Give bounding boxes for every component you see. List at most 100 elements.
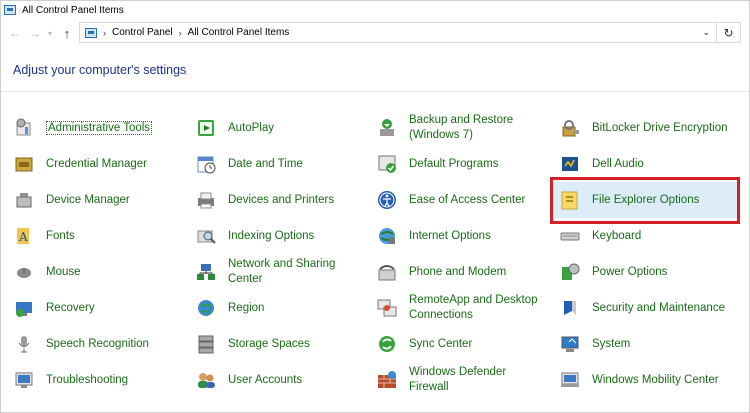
control-panel-item-windows-defender-firewall[interactable]: Windows Defender Firewall bbox=[376, 363, 551, 397]
control-panel-item-default-programs[interactable]: Default Programs bbox=[376, 147, 551, 181]
chevron-down-icon[interactable]: ▾ bbox=[45, 24, 55, 42]
remoteapp-icon bbox=[376, 297, 398, 319]
internet-options-icon bbox=[376, 225, 398, 247]
fonts-icon: A bbox=[13, 225, 35, 247]
chevron-right-icon[interactable]: › bbox=[179, 28, 182, 38]
refresh-button[interactable]: ↻ bbox=[717, 22, 741, 43]
ease-of-access-icon bbox=[376, 189, 398, 211]
item-label: Credential Manager bbox=[46, 157, 148, 170]
item-label: Troubleshooting bbox=[46, 373, 129, 386]
item-label: Recovery bbox=[46, 301, 95, 314]
arrow-up-icon[interactable]: ↑ bbox=[59, 24, 75, 42]
control-panel-item-remoteapp-and-desktop-connections[interactable]: RemoteApp and Desktop Connections bbox=[376, 291, 551, 325]
indexing-options-icon bbox=[195, 225, 217, 247]
item-label: Ease of Access Center bbox=[409, 193, 526, 206]
item-label: System bbox=[592, 337, 631, 350]
recovery-icon bbox=[13, 297, 35, 319]
chevron-right-icon[interactable]: › bbox=[103, 28, 106, 38]
item-label: Windows Defender Firewall bbox=[409, 366, 507, 393]
autoplay-icon bbox=[195, 117, 217, 139]
mouse-icon bbox=[13, 261, 35, 283]
control-panel-item-internet-options[interactable]: Internet Options bbox=[376, 219, 551, 253]
item-label: Date and Time bbox=[228, 157, 303, 170]
sync-center-icon bbox=[376, 333, 398, 355]
breadcrumb-control-panel[interactable]: Control Panel bbox=[112, 27, 173, 38]
page-heading: Adjust your computer's settings bbox=[13, 63, 187, 77]
control-panel-item-phone-and-modem[interactable]: Phone and Modem bbox=[376, 255, 551, 289]
item-label: Power Options bbox=[592, 265, 668, 278]
control-panel-item-device-manager[interactable]: Device Manager bbox=[13, 183, 183, 217]
phone-modem-icon bbox=[376, 261, 398, 283]
administrative-tools-icon bbox=[13, 117, 35, 139]
item-label: Backup and Restore (Windows 7) bbox=[409, 114, 514, 141]
control-panel-item-recovery[interactable]: Recovery bbox=[13, 291, 183, 325]
keyboard-icon bbox=[559, 225, 581, 247]
control-panel-item-troubleshooting[interactable]: Troubleshooting bbox=[13, 363, 183, 397]
control-panel-item-power-options[interactable]: Power Options bbox=[559, 255, 737, 289]
control-panel-item-fonts[interactable]: A Fonts bbox=[13, 219, 183, 253]
arrow-left-icon[interactable]: ← bbox=[7, 24, 23, 42]
navigation-bar: ← → ▾ ↑ › Control Panel › All Control Pa… bbox=[1, 20, 749, 46]
control-panel-item-sync-center[interactable]: Sync Center bbox=[376, 327, 551, 361]
control-panel-item-keyboard[interactable]: Keyboard bbox=[559, 219, 737, 253]
item-label: Sync Center bbox=[409, 337, 473, 350]
control-panel-item-credential-manager[interactable]: Credential Manager bbox=[13, 147, 183, 181]
chevron-down-icon[interactable]: ⌄ bbox=[702, 27, 710, 38]
control-panel-item-security-and-maintenance[interactable]: Security and Maintenance bbox=[559, 291, 737, 325]
item-label: Dell Audio bbox=[592, 157, 644, 170]
arrow-right-icon[interactable]: → bbox=[27, 24, 43, 42]
item-label: AutoPlay bbox=[228, 121, 275, 134]
control-panel-item-autoplay[interactable]: AutoPlay bbox=[195, 111, 365, 145]
control-panel-item-backup-and-restore-windows-7[interactable]: Backup and Restore (Windows 7) bbox=[376, 111, 551, 145]
control-panel-item-storage-spaces[interactable]: Storage Spaces bbox=[195, 327, 365, 361]
window-title: All Control Panel Items bbox=[22, 4, 124, 16]
item-label: Device Manager bbox=[46, 193, 130, 206]
control-panel-window: All Control Panel Items ← → ▾ ↑ › Contro… bbox=[0, 0, 750, 413]
control-panel-item-indexing-options[interactable]: Indexing Options bbox=[195, 219, 365, 253]
device-manager-icon bbox=[13, 189, 35, 211]
backup-restore-icon bbox=[376, 117, 398, 139]
item-label: Mouse bbox=[46, 265, 81, 278]
user-accounts-icon bbox=[195, 369, 217, 391]
refresh-icon: ↻ bbox=[723, 25, 734, 40]
item-label: BitLocker Drive Encryption bbox=[592, 121, 728, 134]
item-label: Windows Mobility Center bbox=[592, 373, 719, 386]
default-programs-icon bbox=[376, 153, 398, 175]
item-label: Network and Sharing Center bbox=[228, 258, 336, 285]
item-label: Administrative Tools bbox=[46, 120, 153, 135]
network-sharing-icon bbox=[195, 261, 217, 283]
control-panel-item-user-accounts[interactable]: User Accounts bbox=[195, 363, 365, 397]
devices-printers-icon bbox=[195, 189, 217, 211]
title-bar: All Control Panel Items bbox=[1, 1, 749, 19]
control-panel-item-speech-recognition[interactable]: Speech Recognition bbox=[13, 327, 183, 361]
address-bar[interactable]: › Control Panel › All Control Panel Item… bbox=[79, 22, 717, 43]
control-panel-item-region[interactable]: Region bbox=[195, 291, 365, 325]
control-panel-item-dell-audio[interactable]: Dell Audio bbox=[559, 147, 737, 181]
control-panel-item-devices-and-printers[interactable]: Devices and Printers bbox=[195, 183, 365, 217]
item-label: Devices and Printers bbox=[228, 193, 335, 206]
breadcrumb-all-items[interactable]: All Control Panel Items bbox=[188, 27, 290, 38]
item-label: Region bbox=[228, 301, 265, 314]
item-label: Phone and Modem bbox=[409, 265, 507, 278]
region-icon bbox=[195, 297, 217, 319]
bitlocker-icon bbox=[559, 117, 581, 139]
control-panel-item-administrative-tools[interactable]: Administrative Tools bbox=[13, 111, 183, 145]
control-panel-item-system[interactable]: System bbox=[559, 327, 737, 361]
item-label: Indexing Options bbox=[228, 229, 315, 242]
control-panel-item-windows-mobility-center[interactable]: Windows Mobility Center bbox=[559, 363, 737, 397]
control-panel-item-mouse[interactable]: Mouse bbox=[13, 255, 183, 289]
control-panel-icon bbox=[85, 27, 97, 38]
troubleshooting-icon bbox=[13, 369, 35, 391]
item-label: Internet Options bbox=[409, 229, 491, 242]
speech-recognition-icon bbox=[13, 333, 35, 355]
storage-spaces-icon bbox=[195, 333, 217, 355]
control-panel-item-network-and-sharing-center[interactable]: Network and Sharing Center bbox=[195, 255, 365, 289]
control-panel-item-date-and-time[interactable]: Date and Time bbox=[195, 147, 365, 181]
control-panel-item-ease-of-access-center[interactable]: Ease of Access Center bbox=[376, 183, 551, 217]
system-icon bbox=[559, 333, 581, 355]
power-options-icon bbox=[559, 261, 581, 283]
dell-audio-icon bbox=[559, 153, 581, 175]
date-time-icon bbox=[195, 153, 217, 175]
credential-manager-icon bbox=[13, 153, 35, 175]
control-panel-item-bitlocker-drive-encryption[interactable]: BitLocker Drive Encryption bbox=[559, 111, 737, 145]
